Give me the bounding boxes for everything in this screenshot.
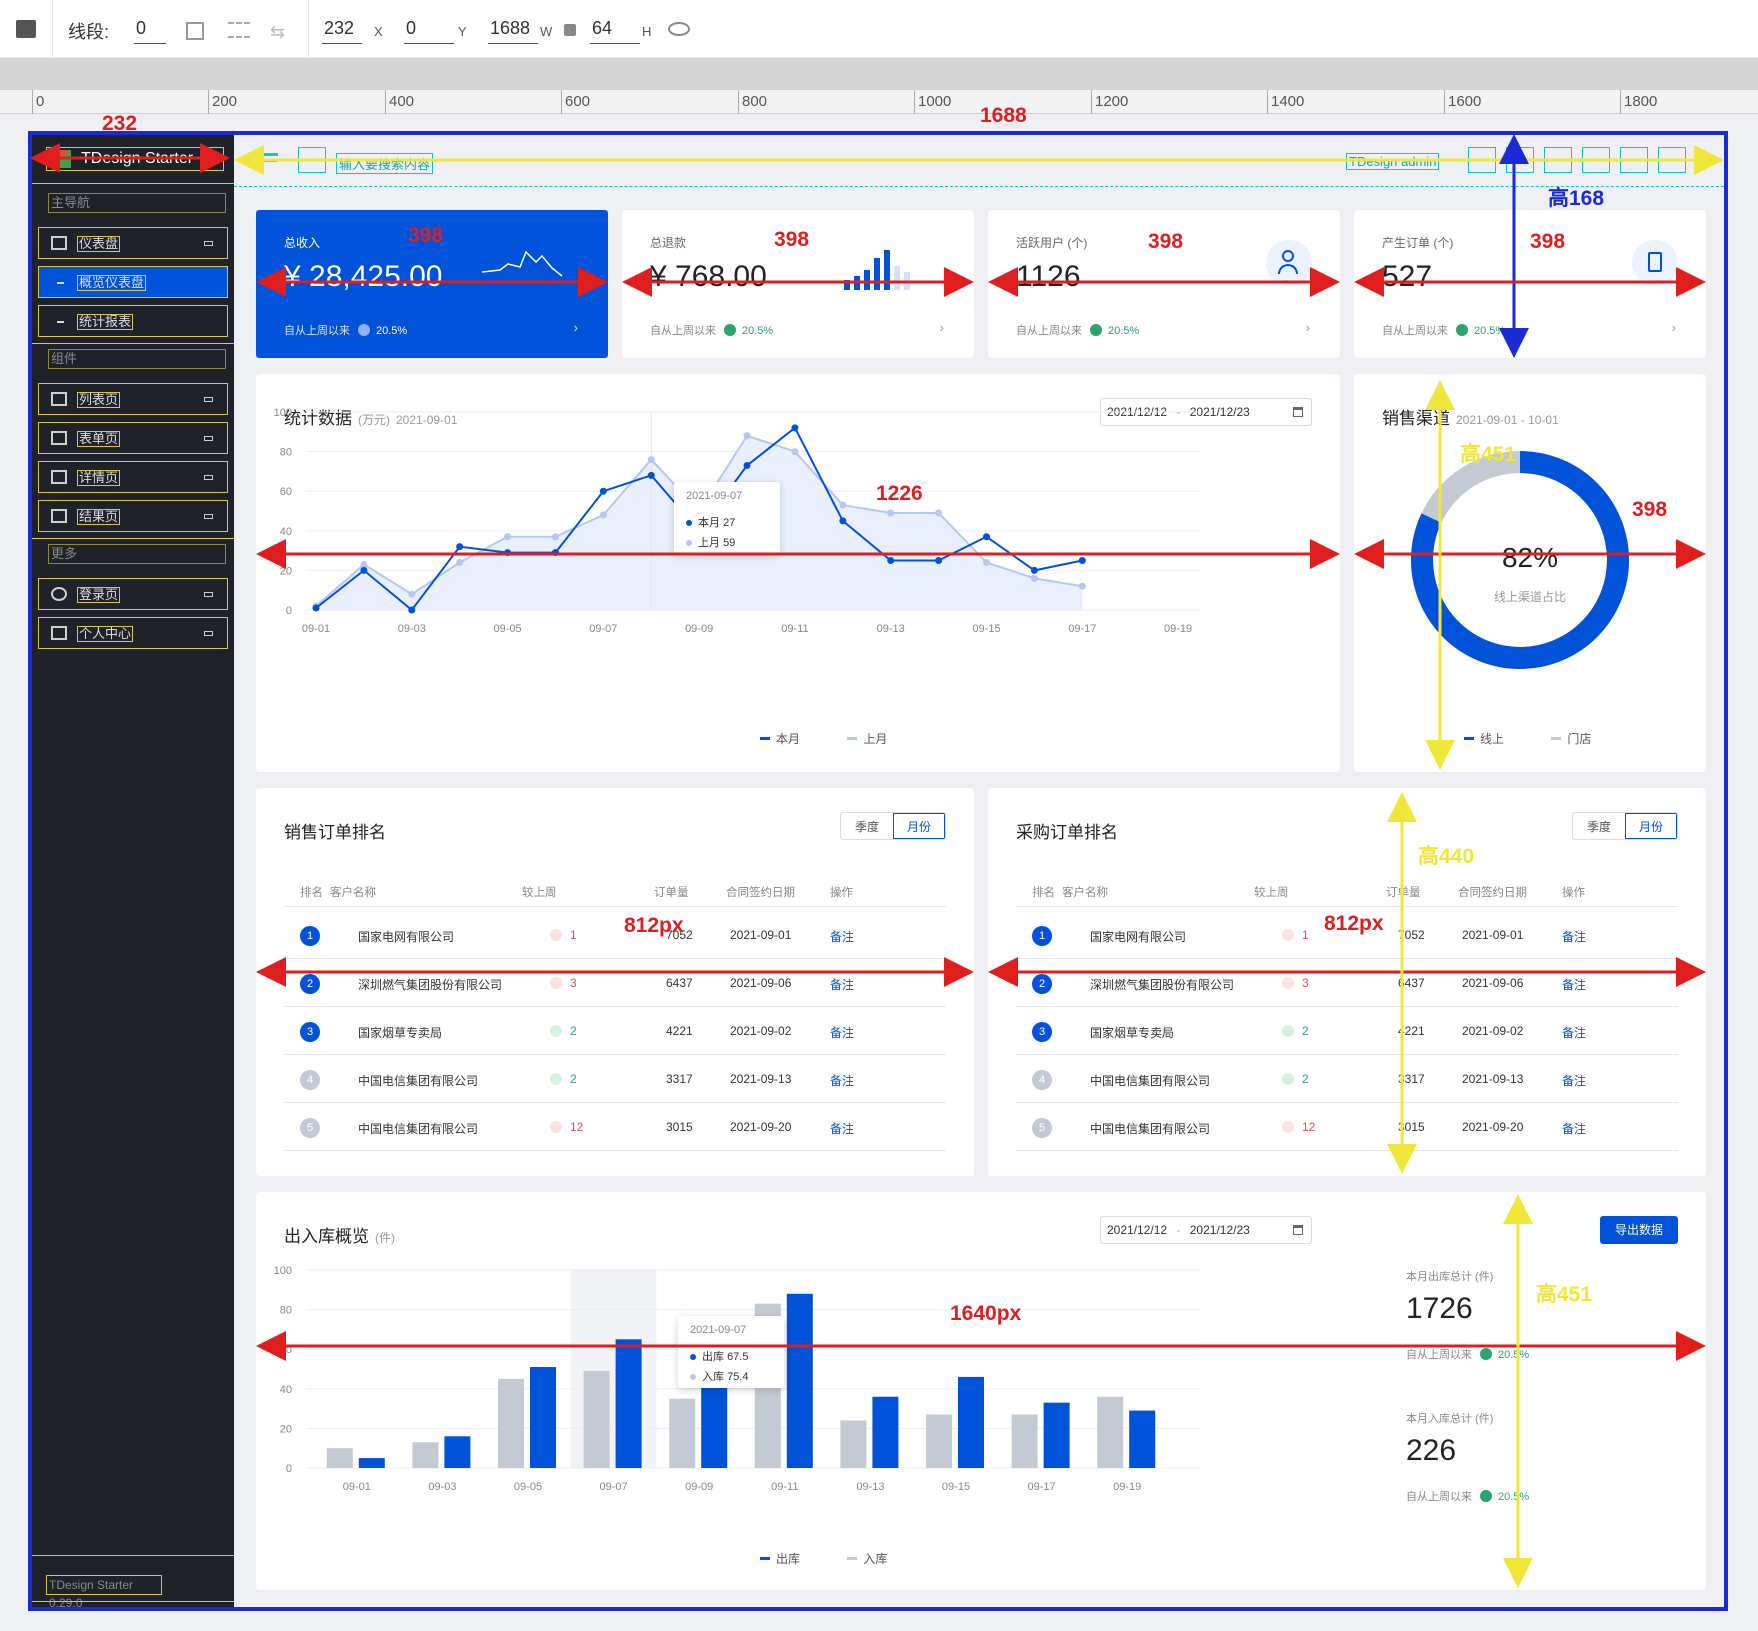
annotation-label: 398 <box>408 224 444 247</box>
annotation-label: 高168 <box>1548 187 1605 210</box>
annotation-label: 812px <box>1324 912 1384 935</box>
annotation-label: 1640px <box>950 1302 1022 1325</box>
annotation-label: 398 <box>1148 230 1184 253</box>
annotation-label: 812px <box>624 914 684 937</box>
annotation-label: 398 <box>774 228 810 251</box>
annotation-label: 高440 <box>1418 845 1475 868</box>
annotation-label: 398 <box>1632 498 1668 521</box>
annotation-label: 232 <box>102 112 138 135</box>
annotation-label: 高451 <box>1536 1283 1593 1306</box>
annotation-label: 1226 <box>876 482 923 505</box>
annotation-label: 高451 <box>1460 443 1517 466</box>
annotation-layer <box>29 134 1724 1588</box>
annotation-label: 1688 <box>980 104 1027 127</box>
design-canvas: { "toolbar": {"segment_label":"线段:","seg… <box>0 0 1758 1631</box>
annotation-label: 398 <box>1530 230 1566 253</box>
